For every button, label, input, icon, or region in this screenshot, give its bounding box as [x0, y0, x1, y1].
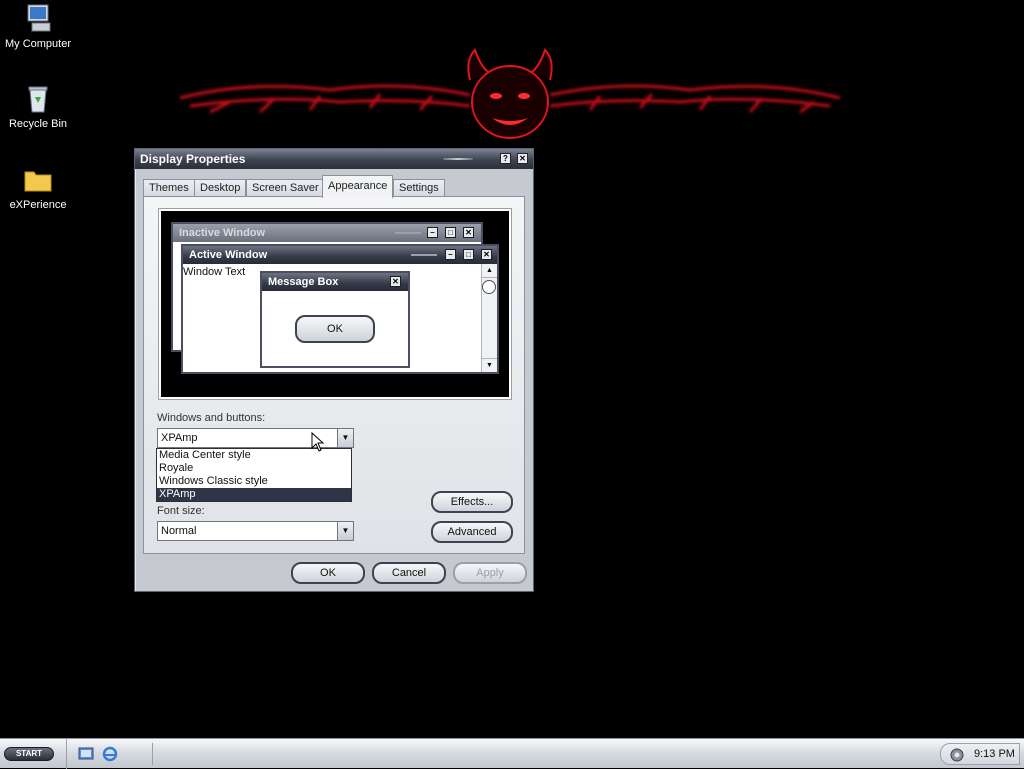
- dialog-title: Display Properties: [140, 152, 246, 166]
- ok-button[interactable]: OK: [291, 562, 365, 584]
- desktop-icon-label: My Computer: [4, 38, 72, 50]
- taskbar-divider: [152, 743, 153, 765]
- message-box-ok-button: OK: [295, 315, 375, 343]
- tab-screen-saver[interactable]: Screen Saver: [246, 179, 325, 197]
- computer-icon: [22, 2, 54, 34]
- desktop-icon-experience[interactable]: eXPerience: [0, 163, 76, 211]
- tab-themes[interactable]: Themes: [143, 179, 195, 197]
- message-box-preview: Message Box ✕ OK: [260, 271, 410, 368]
- dropdown-option[interactable]: Royale: [157, 462, 351, 475]
- tab-settings[interactable]: Settings: [393, 179, 445, 197]
- scroll-thumb: [482, 280, 496, 294]
- titlebar-grip: [411, 254, 437, 256]
- internet-explorer-icon[interactable]: [102, 746, 118, 762]
- chevron-down-icon[interactable]: ▼: [337, 429, 353, 447]
- preview-scrollbar: ▲ ▼: [481, 264, 497, 372]
- help-button[interactable]: ?: [500, 153, 511, 164]
- active-window-title-text: Active Window: [189, 249, 268, 261]
- chevron-down-icon[interactable]: ▼: [337, 522, 353, 540]
- cancel-button[interactable]: Cancel: [372, 562, 446, 584]
- display-properties-dialog: Display Properties ? ✕ Themes Desktop Sc…: [134, 148, 534, 592]
- tab-appearance[interactable]: Appearance: [322, 175, 394, 198]
- desktop-icon-label: Recycle Bin: [8, 118, 68, 130]
- minimize-icon: –: [445, 249, 456, 260]
- titlebar-grip: [443, 158, 473, 160]
- start-button[interactable]: START: [4, 747, 54, 761]
- taskbar: START 9:13 PM: [0, 738, 1024, 769]
- wallpaper-demon: [179, 48, 841, 139]
- dropdown-option-selected[interactable]: XPAmp: [157, 488, 351, 501]
- font-size-select[interactable]: Normal ▼: [157, 521, 354, 541]
- show-desktop-icon[interactable]: [78, 746, 94, 762]
- maximize-icon: □: [463, 249, 474, 260]
- scroll-up-icon: ▲: [482, 264, 497, 278]
- desktop-icon-label: eXPerience: [9, 199, 67, 211]
- recycle-bin-icon: [22, 82, 54, 114]
- close-icon: ✕: [481, 249, 492, 260]
- folder-icon: [22, 163, 54, 195]
- message-box-title: Message Box ✕: [262, 273, 408, 291]
- system-tray: 9:13 PM: [940, 743, 1020, 765]
- appearance-preview: Inactive Window – □ ✕ Active Window – □ …: [158, 208, 512, 400]
- dropdown-option[interactable]: Windows Classic style: [157, 475, 351, 488]
- font-size-label: Font size:: [157, 505, 205, 517]
- maximize-icon: □: [445, 227, 456, 238]
- scroll-down-icon: ▼: [482, 358, 497, 372]
- window-text-sample: Window Text: [183, 266, 246, 278]
- close-icon: ✕: [390, 276, 401, 287]
- effects-button[interactable]: Effects...: [431, 491, 513, 513]
- close-icon: ✕: [463, 227, 474, 238]
- tab-desktop[interactable]: Desktop: [194, 179, 247, 197]
- inactive-window-title-text: Inactive Window: [179, 227, 266, 239]
- windows-buttons-value: XPAmp: [161, 432, 198, 444]
- minimize-icon: –: [427, 227, 438, 238]
- windows-buttons-dropdown: Media Center style Royale Windows Classi…: [156, 448, 352, 502]
- titlebar-grip: [395, 232, 421, 234]
- clock: 9:13 PM: [974, 748, 1015, 760]
- message-box-title-text: Message Box: [268, 276, 339, 288]
- inactive-window-title: Inactive Window – □ ✕: [173, 224, 481, 242]
- desktop-icon-my-computer[interactable]: My Computer: [0, 2, 76, 50]
- desktop-icon-recycle-bin[interactable]: Recycle Bin: [0, 82, 76, 130]
- tray-volume-icon[interactable]: [949, 747, 965, 763]
- active-window-title: Active Window – □ ✕: [183, 246, 497, 264]
- apply-button[interactable]: Apply: [453, 562, 527, 584]
- mouse-cursor-icon: [311, 432, 325, 452]
- close-button[interactable]: ✕: [517, 153, 528, 164]
- font-size-value: Normal: [161, 525, 197, 537]
- dialog-titlebar[interactable]: Display Properties ? ✕: [135, 149, 533, 169]
- taskbar-divider: [66, 739, 67, 769]
- advanced-button[interactable]: Advanced: [431, 521, 513, 543]
- desktop: My Computer Recycle Bin eXPerience Displ…: [0, 0, 1024, 738]
- windows-buttons-label: Windows and buttons:: [157, 412, 266, 424]
